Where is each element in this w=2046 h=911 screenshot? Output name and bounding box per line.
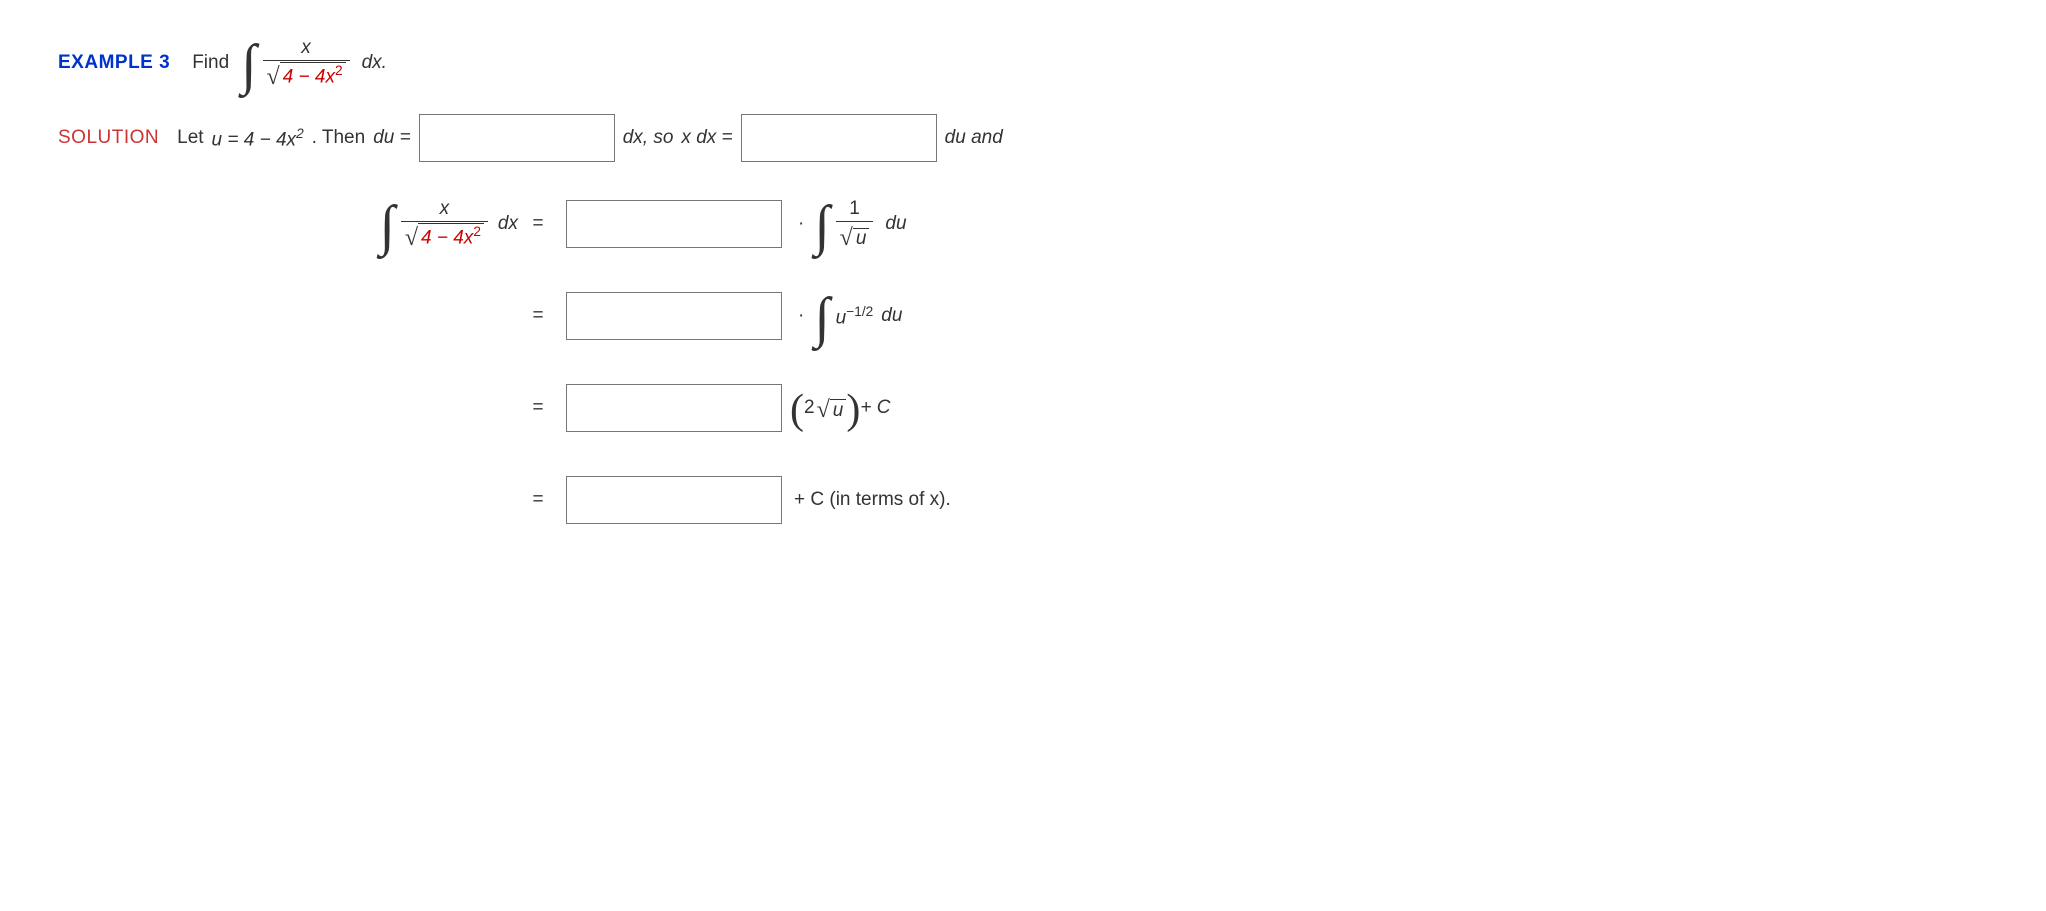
du-text: du [881, 305, 902, 327]
u-definition: u = 4 − 4x2 [212, 126, 304, 151]
step2-coefficient-input[interactable] [566, 292, 782, 340]
derivation-steps: ∫ x √ 4 − 4x2 dx = · ∫ 1 [238, 188, 1988, 536]
step-4: = + C (in terms of x). [238, 464, 1988, 536]
du-text: du [885, 213, 906, 235]
dx-text: dx. [362, 52, 387, 74]
two-sqrt-u: 2 √ u [804, 395, 846, 422]
sqrt-icon: √ [817, 397, 830, 424]
multiply-dot: · [798, 213, 804, 235]
step3-coefficient-input[interactable] [566, 384, 782, 432]
let-text: Let [177, 127, 203, 149]
step-2-rhs: · ∫ u−1/2 du [558, 292, 902, 340]
integrand-denominator: √ 4 − 4x2 [263, 60, 350, 88]
step1-coefficient-input[interactable] [566, 200, 782, 248]
integrand-fraction: x √ 4 − 4x2 [263, 38, 350, 88]
plus-c-terms-x: + C (in terms of x). [794, 489, 951, 511]
one-over-sqrt-u: 1 √ u [836, 199, 874, 249]
sqrt-icon: √ [267, 64, 280, 90]
solution-line: SOLUTION Let u = 4 − 4x2 . Then du = dx,… [58, 114, 1988, 162]
right-paren-icon: ) [846, 396, 860, 425]
dx-so-text: dx, so [623, 127, 674, 149]
xdx-equals: x dx = [681, 127, 732, 149]
integral-sign-icon: ∫ [812, 207, 831, 246]
step-3-rhs: ( 2 √ u ) + C [558, 384, 890, 432]
dx-text: dx [498, 213, 518, 235]
integral-sign-icon: ∫ [239, 46, 258, 85]
equals-sign: = [518, 305, 558, 327]
du-and-text: du and [945, 127, 1003, 149]
plus-c: + C [860, 397, 890, 419]
u-neg-half: u−1/2 [836, 304, 874, 329]
equals-sign: = [518, 489, 558, 511]
equals-sign: = [518, 397, 558, 419]
multiply-dot: · [798, 305, 804, 327]
du-coefficient-input[interactable] [419, 114, 615, 162]
step-1: ∫ x √ 4 − 4x2 dx = · ∫ 1 [238, 188, 1988, 260]
step-2: = · ∫ u−1/2 du [238, 280, 1988, 352]
equals-sign: = [518, 213, 558, 235]
radicand: 4 − 4x2 [280, 62, 346, 88]
step-3: = ( 2 √ u ) + C [238, 372, 1988, 444]
sqrt-icon: √ [840, 225, 853, 251]
step1-fraction: x √ 4 − 4x2 [401, 199, 488, 249]
example-label: EXAMPLE 3 [58, 52, 170, 74]
step4-answer-input[interactable] [566, 476, 782, 524]
step-4-rhs: + C (in terms of x). [558, 476, 951, 524]
integral-sign-icon: ∫ [812, 299, 831, 338]
integrand-numerator: x [297, 38, 315, 60]
xdx-coefficient-input[interactable] [741, 114, 937, 162]
step-1-rhs: · ∫ 1 √ u du [558, 199, 907, 249]
sqrt-icon: √ [405, 225, 418, 251]
then-text: . Then [312, 127, 366, 149]
integral-sign-icon: ∫ [378, 207, 397, 246]
radicand: 4 − 4x2 [418, 223, 484, 249]
step-1-lhs: ∫ x √ 4 − 4x2 dx [238, 199, 518, 249]
solution-label: SOLUTION [58, 127, 159, 149]
left-paren-icon: ( [790, 396, 804, 425]
example-header: EXAMPLE 3 Find ∫ x √ 4 − 4x2 dx. [58, 38, 1988, 88]
du-equals: du = [373, 127, 411, 149]
find-text: Find [192, 52, 229, 74]
